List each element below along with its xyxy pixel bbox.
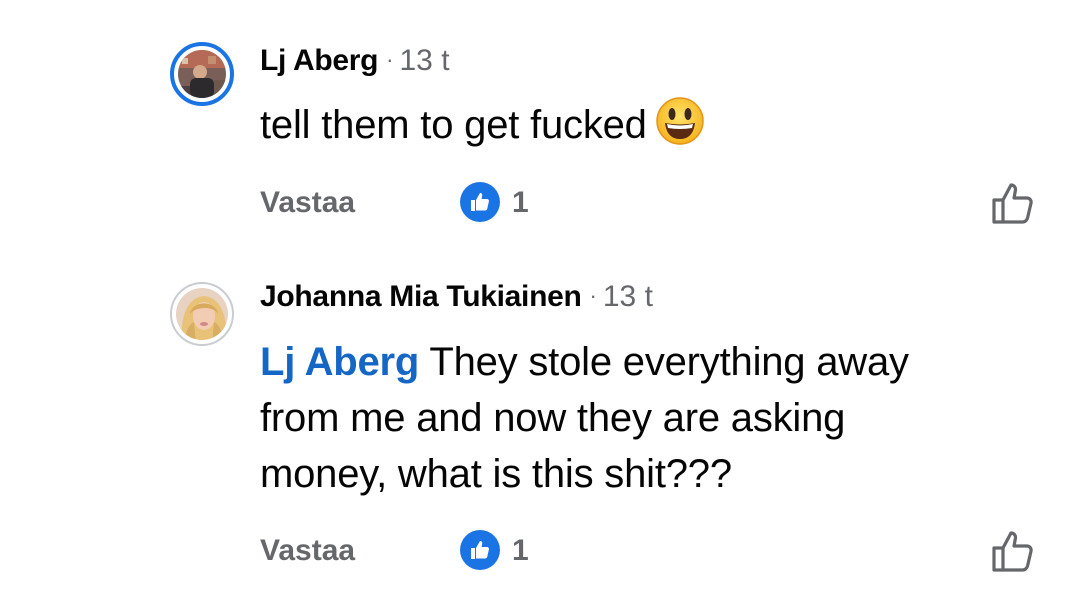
comment-line-2: from me and now they are asking: [260, 396, 846, 440]
reply-button[interactable]: Vastaa: [260, 534, 355, 568]
reply-button[interactable]: Vastaa: [260, 186, 355, 220]
avatar-photo: [176, 288, 228, 340]
comment-text: tell them to get fucked: [260, 96, 705, 161]
mention-link[interactable]: Lj Aberg: [260, 340, 419, 384]
timestamp[interactable]: 13 t: [603, 280, 653, 313]
like-count[interactable]: 1: [512, 186, 529, 220]
comment-body: They stole everything away: [419, 340, 909, 384]
like-reaction-icon[interactable]: [460, 530, 500, 570]
avatar-photo: [178, 50, 226, 98]
comment-1: Lj Aberg · 13 t tell them to get fucked Va…: [0, 0, 1080, 250]
comment-body: tell them to get fucked: [260, 103, 647, 147]
comment-line-1: Lj Aberg They stole everything away: [260, 334, 909, 390]
like-count[interactable]: 1: [512, 534, 529, 568]
like-reaction-icon[interactable]: [460, 182, 500, 222]
author-name[interactable]: Johanna Mia Tukiainen: [260, 280, 582, 313]
avatar[interactable]: [170, 282, 234, 346]
comment-2: Johanna Mia Tukiainen · 13 t Lj Aberg They…: [0, 250, 1080, 608]
like-thumb-icon[interactable]: [990, 528, 1038, 574]
comment-text: Lj Aberg They stole everything away from…: [260, 334, 909, 502]
author-name[interactable]: Lj Aberg: [260, 44, 378, 77]
grinning-face-emoji: [655, 96, 705, 161]
comment-header: Lj Aberg · 13 t: [260, 44, 450, 78]
comment-header: Johanna Mia Tukiainen · 13 t: [260, 280, 653, 314]
separator-dot: ·: [386, 47, 394, 72]
timestamp[interactable]: 13 t: [400, 44, 450, 77]
like-thumb-icon[interactable]: [990, 180, 1038, 226]
avatar[interactable]: [170, 42, 234, 106]
comment-line-3: money, what is this shit???: [260, 452, 732, 496]
separator-dot: ·: [589, 283, 597, 308]
